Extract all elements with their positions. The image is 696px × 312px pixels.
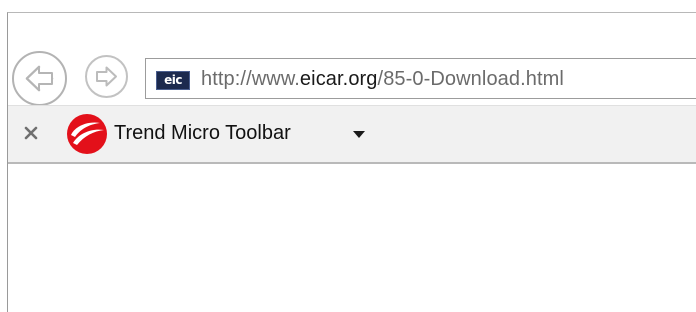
browser-window: eic http://www.eicar.org/85-0-Download.h… bbox=[7, 12, 696, 312]
toolbar-label[interactable]: Trend Micro Toolbar bbox=[114, 122, 291, 145]
close-icon[interactable] bbox=[22, 124, 40, 142]
forward-arrow-icon bbox=[96, 66, 117, 87]
url-text[interactable]: http://www.eicar.org/85-0-Download.html bbox=[201, 68, 564, 91]
url-prefix: http://www. bbox=[201, 68, 300, 90]
forward-button[interactable] bbox=[85, 55, 128, 98]
caret-down-icon[interactable] bbox=[353, 131, 365, 139]
back-button[interactable] bbox=[12, 51, 67, 106]
back-arrow-icon bbox=[25, 65, 54, 92]
navigation-bar: eic http://www.eicar.org/85-0-Download.h… bbox=[8, 13, 696, 106]
site-favicon: eic bbox=[156, 71, 190, 90]
url-domain: eicar.org bbox=[299, 68, 378, 90]
url-path: /85-0-Download.html bbox=[377, 68, 564, 90]
page-content bbox=[8, 164, 696, 312]
trend-micro-toolbar: Trend Micro Toolbar bbox=[8, 105, 696, 164]
address-bar[interactable]: eic http://www.eicar.org/85-0-Download.h… bbox=[145, 58, 696, 99]
trend-micro-logo-icon[interactable] bbox=[66, 113, 108, 155]
